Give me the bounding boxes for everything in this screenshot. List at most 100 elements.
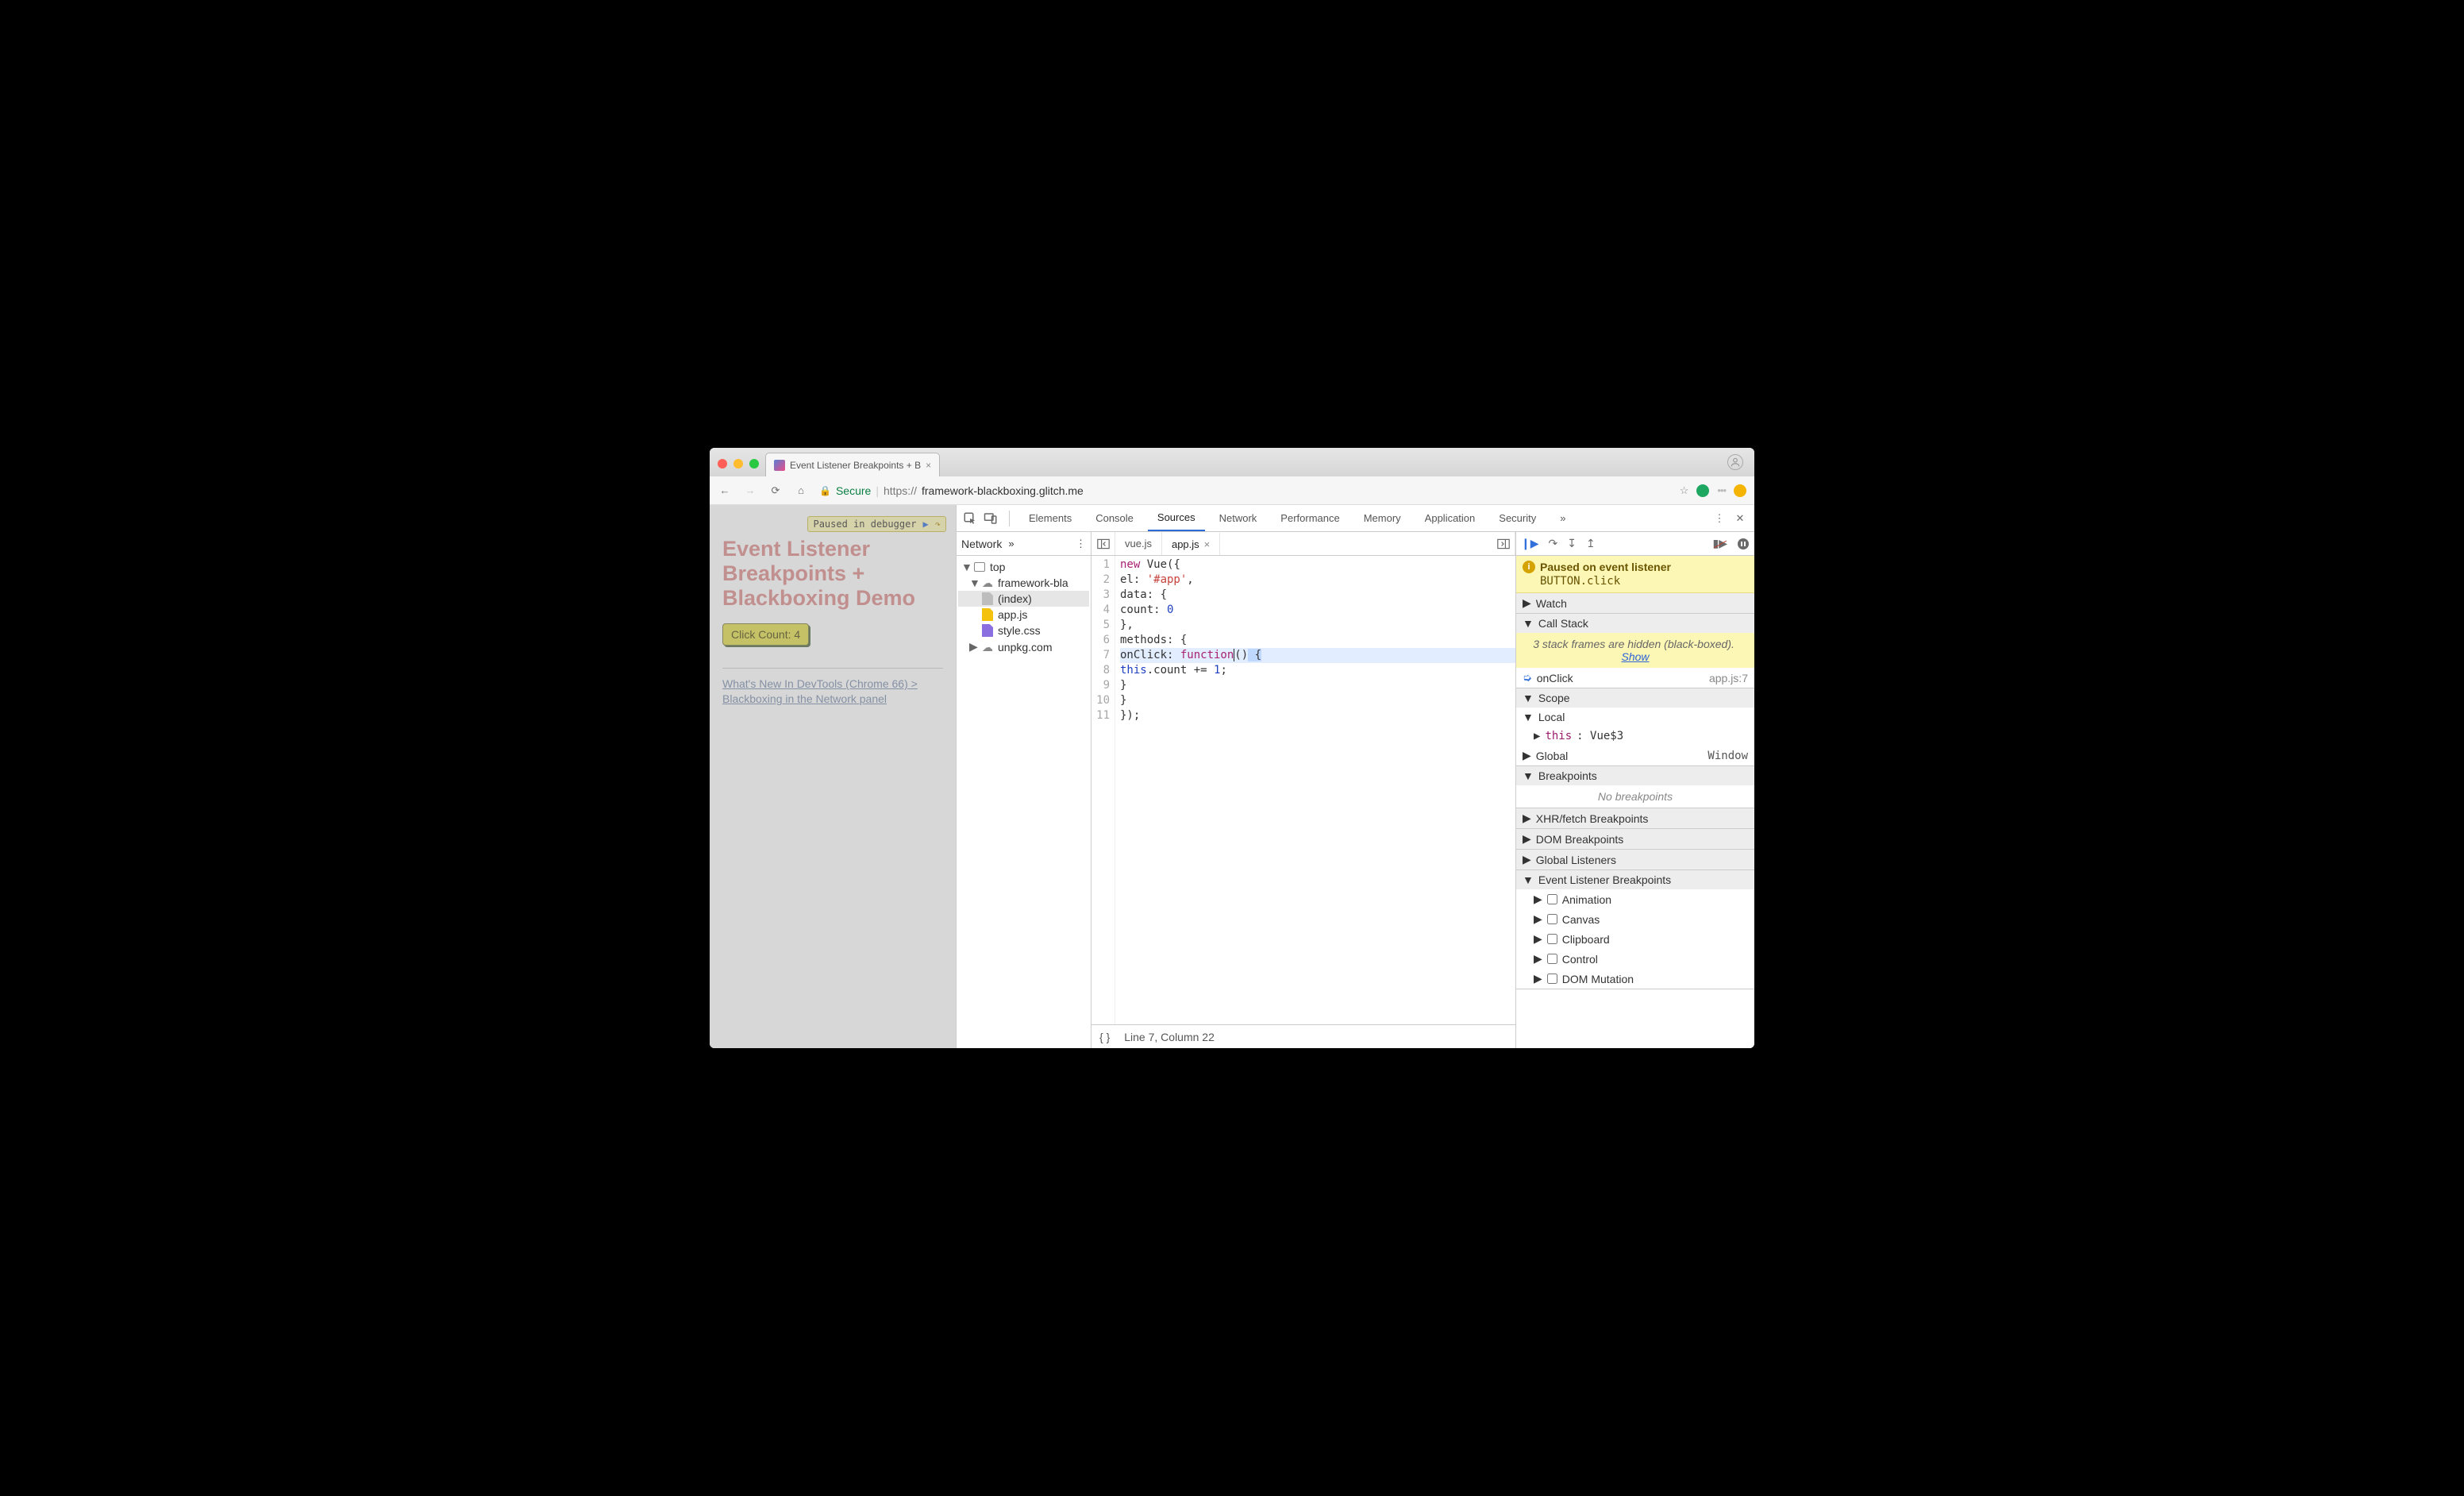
tab-performance[interactable]: Performance <box>1271 505 1349 531</box>
navigator-header: Network » ⋮ <box>957 532 1091 556</box>
tree-file-appjs[interactable]: app.js <box>958 607 1089 623</box>
extension-yellow-icon[interactable] <box>1734 484 1746 497</box>
omnibox[interactable]: 🔒 Secure | https://framework-blackboxing… <box>819 484 1669 497</box>
section-callstack[interactable]: ▼Call Stack <box>1516 614 1754 633</box>
url-scheme: https:// <box>884 484 917 497</box>
tab-network[interactable]: Network <box>1210 505 1267 531</box>
no-breakpoints-label: No breakpoints <box>1516 785 1754 808</box>
scope-global[interactable]: ▶GlobalWindow <box>1516 746 1754 765</box>
cursor-position: Line 7, Column 22 <box>1124 1031 1215 1043</box>
tab-title: Event Listener Breakpoints + B <box>790 460 921 471</box>
extension-green-icon[interactable] <box>1696 484 1709 497</box>
editor-status-bar: { } Line 7, Column 22 <box>1091 1024 1515 1048</box>
tree-origin-unpkg[interactable]: ▶☁unpkg.com <box>958 638 1089 655</box>
step-into-button[interactable]: ↧ <box>1567 537 1577 550</box>
step-out-button[interactable]: ↥ <box>1586 537 1596 550</box>
reload-button[interactable]: ⟳ <box>768 484 783 497</box>
scope-this[interactable]: ▶this: Vue$3 <box>1516 727 1754 746</box>
elb-checkbox[interactable] <box>1547 954 1557 964</box>
secure-label: Secure <box>836 484 871 497</box>
section-dom-breakpoints[interactable]: ▶DOM Breakpoints <box>1516 829 1754 849</box>
toolbar-right: ☆ ••• <box>1680 484 1746 497</box>
close-window-icon[interactable] <box>718 459 727 468</box>
traffic-lights <box>716 459 765 476</box>
editor-tab-appjs[interactable]: app.js× <box>1162 532 1220 555</box>
deactivate-breakpoints-icon[interactable]: ▮▶ <box>1713 537 1727 550</box>
devtools: Elements Console Sources Network Perform… <box>956 505 1754 1048</box>
scope-local[interactable]: ▼Local <box>1516 708 1754 727</box>
elb-checkbox[interactable] <box>1547 914 1557 924</box>
blackbox-show-link[interactable]: Show <box>1621 650 1649 663</box>
content-area: Paused in debugger ▶ ↷ Event Listener Br… <box>710 505 1754 1048</box>
browser-tab[interactable]: Event Listener Breakpoints + B × <box>765 453 940 476</box>
code-editor[interactable]: 1234567891011 new Vue({ el: '#app', data… <box>1091 556 1515 1024</box>
debugger-toolbar: ❙▶ ↷ ↧ ↥ ▮▶ <box>1516 532 1754 556</box>
elb-checkbox[interactable] <box>1547 934 1557 944</box>
home-button[interactable]: ⌂ <box>794 484 808 496</box>
navigator-tab[interactable]: Network <box>961 538 1002 550</box>
elb-checkbox[interactable] <box>1547 894 1557 904</box>
tabs-overflow[interactable]: » <box>1550 505 1575 531</box>
step-over-button[interactable]: ↷ <box>1549 537 1558 550</box>
toggle-navigator-icon[interactable] <box>1091 532 1115 555</box>
address-bar: ← → ⟳ ⌂ 🔒 Secure | https://framework-bla… <box>710 476 1754 505</box>
bookmark-icon[interactable]: ☆ <box>1680 484 1689 497</box>
pretty-print-icon[interactable]: { } <box>1099 1031 1110 1043</box>
tab-strip: Event Listener Breakpoints + B × <box>710 448 1754 476</box>
device-toolbar-icon[interactable] <box>984 511 999 526</box>
extension-dots-icon[interactable]: ••• <box>1717 484 1726 496</box>
profile-avatar-icon[interactable] <box>1727 454 1743 470</box>
elb-cat-control[interactable]: ▶Control <box>1516 949 1754 969</box>
resume-button[interactable]: ❙▶ <box>1521 537 1539 550</box>
back-button[interactable]: ← <box>718 484 732 496</box>
elb-cat-animation[interactable]: ▶Animation <box>1516 889 1754 909</box>
devtools-tabbar: Elements Console Sources Network Perform… <box>957 505 1754 532</box>
tab-console[interactable]: Console <box>1086 505 1143 531</box>
editor-tabbar: vue.js app.js× <box>1091 532 1515 556</box>
elb-checkbox[interactable] <box>1547 974 1557 984</box>
browser-window: Event Listener Breakpoints + B × ← → ⟳ ⌂… <box>710 448 1754 1048</box>
navigator-menu-icon[interactable]: ⋮ <box>1076 538 1086 550</box>
section-breakpoints[interactable]: ▼Breakpoints <box>1516 766 1754 785</box>
toggle-debugger-icon[interactable] <box>1492 532 1515 555</box>
editor-tab-vuejs[interactable]: vue.js <box>1115 532 1162 555</box>
devtools-close-icon[interactable]: ✕ <box>1732 512 1748 525</box>
pause-on-exceptions-icon[interactable] <box>1737 538 1750 550</box>
tab-application[interactable]: Application <box>1415 505 1485 531</box>
tab-elements[interactable]: Elements <box>1019 505 1081 531</box>
elb-cat-canvas[interactable]: ▶Canvas <box>1516 909 1754 929</box>
tree-file-index[interactable]: (index) <box>958 591 1089 607</box>
tab-sources[interactable]: Sources <box>1148 505 1205 531</box>
zoom-window-icon[interactable] <box>749 459 759 468</box>
inspect-icon[interactable] <box>963 511 979 526</box>
gutter: 1234567891011 <box>1091 556 1115 1024</box>
minimize-window-icon[interactable] <box>733 459 743 468</box>
tab-memory[interactable]: Memory <box>1354 505 1411 531</box>
section-scope[interactable]: ▼Scope <box>1516 688 1754 708</box>
file-tree: ▼top ▼☁framework-bla (index) app.js styl… <box>957 556 1091 658</box>
code-body: new Vue({ el: '#app', data: { count: 0 }… <box>1115 556 1515 1024</box>
paused-message: iPaused on event listener BUTTON.click <box>1516 556 1754 593</box>
devtools-menu-icon[interactable]: ⋮ <box>1711 512 1727 525</box>
section-event-listener-breakpoints[interactable]: ▼Event Listener Breakpoints <box>1516 870 1754 889</box>
forward-button[interactable]: → <box>743 484 757 496</box>
elb-cat-dom-mutation[interactable]: ▶DOM Mutation <box>1516 969 1754 989</box>
tree-top[interactable]: ▼top <box>958 559 1089 575</box>
close-tab-icon[interactable]: × <box>926 460 931 471</box>
debugger-overlay <box>710 505 956 1048</box>
section-watch[interactable]: ▶Watch <box>1516 593 1754 613</box>
navigator-overflow-icon[interactable]: » <box>1008 538 1014 549</box>
tree-file-stylecss[interactable]: style.css <box>958 623 1089 638</box>
callframe-onclick[interactable]: ➭onClickapp.js:7 <box>1516 668 1754 688</box>
section-global-listeners[interactable]: ▶Global Listeners <box>1516 850 1754 869</box>
tree-origin-glitch[interactable]: ▼☁framework-bla <box>958 575 1089 591</box>
paused-detail: BUTTON.click <box>1523 575 1748 588</box>
blackbox-message: 3 stack frames are hidden (black-boxed).… <box>1516 633 1754 668</box>
tab-security[interactable]: Security <box>1489 505 1546 531</box>
close-tab-icon[interactable]: × <box>1204 538 1211 550</box>
section-xhr-breakpoints[interactable]: ▶XHR/fetch Breakpoints <box>1516 808 1754 828</box>
rendered-page: Paused in debugger ▶ ↷ Event Listener Br… <box>710 505 956 1048</box>
editor: vue.js app.js× 1234567891011 new Vue({ e… <box>1091 532 1516 1048</box>
lock-icon: 🔒 <box>819 485 831 496</box>
elb-cat-clipboard[interactable]: ▶Clipboard <box>1516 929 1754 949</box>
